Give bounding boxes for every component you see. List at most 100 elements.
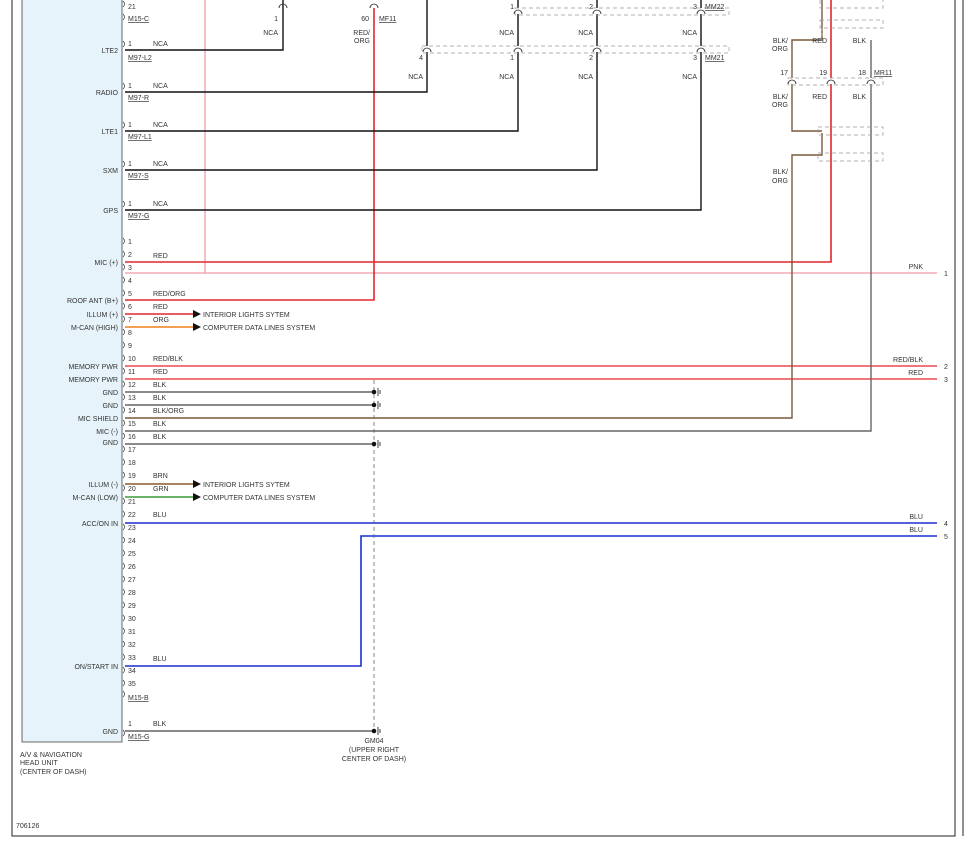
wire-color-13: BLK [153,395,167,402]
pin-bracket-18 [122,458,125,466]
pin-label-lte2: LTE2 [102,48,118,55]
pin-bracket-3 [122,263,125,271]
pin-bracket-1 [122,237,125,245]
ground-dot-4 [371,728,377,734]
head-unit-name: A/V & NAVIGATION HEAD UNIT (CENTER OF DA… [20,752,87,776]
mm22-color-2: NCA [578,30,593,37]
wire-color-10: RED/BLK [153,356,183,363]
m15b-name: M15-B [128,695,149,702]
pin-number-22: 22 [128,512,136,519]
pin-number-17: 17 [128,447,136,454]
ground-location-2: CENTER OF DASH) [342,756,406,763]
ref-interior-lights-2: INTERIOR LIGHTS SYTEM [203,482,290,489]
pin-bracket-10 [122,354,125,362]
unit-name-line-2: HEAD UNIT [20,760,58,767]
pin-number-24: 24 [128,538,136,545]
right-label-blu-a: BLU [909,514,923,521]
connector-mr11-outline [787,77,884,86]
pin-label-gps: GPS [103,208,118,215]
connector-pin-numbers: 1234567891011121314151617181920212223242… [128,239,136,688]
mm21-connector-name: MM21 [705,55,725,62]
pin-bracket-19 [122,471,125,479]
pin-bracket-11 [122,367,125,375]
pin-label-mcan-low: M-CAN (LOW) [73,495,119,502]
mr-bottom-color-1: BLK/ [773,169,788,176]
document-id: 706126 [16,823,39,830]
pin-number-12: 12 [128,382,136,389]
m97-s-name: M97-S [128,173,149,180]
pin-bracket-13 [122,393,125,401]
pin-number-5: 5 [128,291,132,298]
pin-number-4: 4 [128,278,132,285]
pin-bracket-8 [122,328,125,336]
pin-label-memory-pwr-1: MEMORY PWR [68,364,118,371]
mr-lower-color-1b: ORG [772,102,788,109]
pin-bracket-15 [122,419,125,427]
right-label-redblk: RED/BLK [893,357,923,364]
m97-r-name: M97-R [128,95,149,102]
pin-label-illum-plus: ILLUM (+) [87,312,118,319]
mr-bottom-color-2: ORG [772,178,788,185]
arrow-interior-lights-2 [193,480,201,488]
pin-number-15: 15 [128,421,136,428]
connector-bracket-5 [122,160,125,168]
wire-radio [125,52,428,93]
pin-number-2: 2 [128,252,132,259]
mr11-pin-19: 19 [819,70,827,77]
mm22-color-1: NCA [499,30,514,37]
right-label-pnk: PNK [909,264,924,271]
wire-color-15: BLK [153,421,167,428]
pin-bracket-28 [122,588,125,596]
mm21-pin-1: 1 [510,55,514,62]
pin-bracket-14 [122,406,125,414]
pin-label-mic-shield: MIC SHIELD [78,416,118,423]
wire-color-14: BLK/ORG [153,408,184,415]
pin-number-29: 29 [128,603,136,610]
mr11-pin-18: 18 [858,70,866,77]
wire-color-33: BLU [153,656,167,663]
wire-mic-plus-red [125,84,832,263]
pin-number-8: 8 [128,330,132,337]
connector-upper-right-outline-1 [819,0,884,9]
m15g-pin-1: 1 [128,721,132,728]
m97-l2-pin: 1 [128,41,132,48]
mm22-color-3: NCA [682,30,697,37]
ground-dot-3 [371,441,377,447]
pin-bracket-35 [122,679,125,687]
pin-number-19: 19 [128,473,136,480]
pin-bracket-16 [122,432,125,440]
m15c-pin-21: 21 [128,4,136,11]
mf11-color-1: RED/ [353,30,370,37]
connector-pin-cap-5 [696,47,706,53]
mm21-pin-3: 3 [693,55,697,62]
connector-pin-brackets [122,0,125,737]
pin-number-13: 13 [128,395,136,402]
pin-number-1: 1 [128,239,132,246]
mf11-pin: 60 [361,16,369,23]
pin-label-sxm: SXM [103,168,118,175]
head-unit-box [21,0,123,743]
mr11-pin-17: 17 [780,70,788,77]
wire-color-11: RED [153,369,168,376]
mm22-pin-2: 2 [589,4,593,11]
pin-bracket-25 [122,549,125,557]
ref-data-lines-2: COMPUTER DATA LINES SYSTEM [203,495,315,502]
connector-bracket-1 [122,13,125,21]
pin-number-30: 30 [128,616,136,623]
pin-number-3: 3 [128,265,132,272]
mm22-pin-3: 3 [693,4,697,11]
pin-bracket-29 [122,601,125,609]
pin-bracket-30 [122,614,125,622]
pin-number-6: 6 [128,304,132,311]
right-label-red: RED [908,370,923,377]
pin-bracket-9 [122,341,125,349]
pin-number-18: 18 [128,460,136,467]
pin-number-9: 9 [128,343,132,350]
pin-bracket-4 [122,276,125,284]
wiring-diagram-page: 1 2 3 4 5 6 7 8 9 10 11 12 13 14 15 16 17 18 19 20 21 22 23 24 2… [0,0,966,848]
mm21-color-1: NCA [408,74,423,81]
connector-pin-cap-3 [513,47,523,53]
wire-color-sxm: NCA [153,161,168,168]
connector-pin-cap-10 [826,79,836,85]
ground-points [371,388,381,735]
